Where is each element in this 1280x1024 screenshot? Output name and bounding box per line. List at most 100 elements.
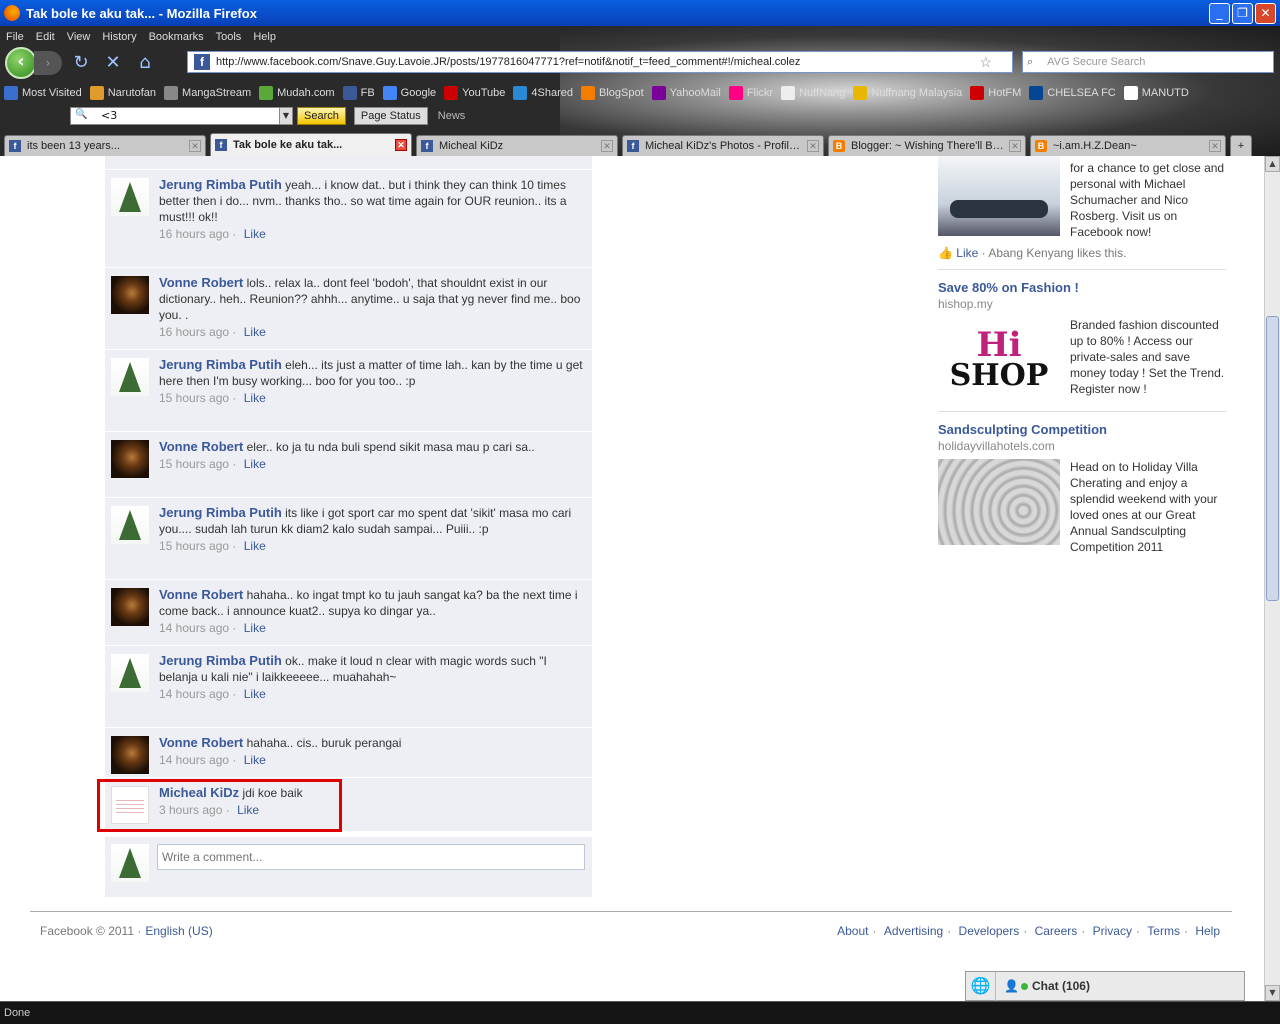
menu-help[interactable]: Help xyxy=(253,31,276,43)
comment-author[interactable]: Jerung Rimba Putih xyxy=(159,177,282,192)
close-tab-icon[interactable]: ✕ xyxy=(189,140,201,152)
comment-time[interactable]: 15 hours ago xyxy=(159,539,229,553)
toolbar-search-button[interactable]: Search xyxy=(297,107,346,125)
bookmark-nuffnang-malaysia[interactable]: Nuffnang Malaysia xyxy=(853,86,962,100)
toolbar-search-input[interactable]: <3 xyxy=(70,107,280,125)
bookmark-hotfm[interactable]: HotFM xyxy=(970,86,1021,100)
ad-sandsculpting[interactable]: Sandsculpting Competition holidayvillaho… xyxy=(938,412,1226,555)
back-button[interactable]: ‹ xyxy=(5,47,37,79)
search-box[interactable]: ⌕ AVG Secure Search xyxy=(1022,51,1274,73)
forward-button[interactable]: › xyxy=(34,51,62,75)
menu-edit[interactable]: Edit xyxy=(36,31,55,43)
menu-bookmarks[interactable]: Bookmarks xyxy=(149,31,204,43)
stop-icon[interactable]: ✕ xyxy=(100,51,126,75)
like-link[interactable]: Like xyxy=(244,227,266,241)
ad-like-link[interactable]: Like xyxy=(956,246,978,260)
menu-tools[interactable]: Tools xyxy=(216,31,242,43)
scroll-thumb[interactable] xyxy=(1266,316,1279,601)
tab-blogger-wishing[interactable]: B Blogger: ~ Wishing There'll Be... ✕ xyxy=(828,135,1026,156)
bookmark-mudah[interactable]: Mudah.com xyxy=(259,86,335,100)
menu-view[interactable]: View xyxy=(67,31,91,43)
bookmark-yahoomail[interactable]: YahooMail xyxy=(651,86,721,100)
close-tab-icon[interactable]: ✕ xyxy=(601,140,613,152)
close-window-button[interactable]: ✕ xyxy=(1255,2,1276,24)
home-icon[interactable]: ⌂ xyxy=(132,51,158,75)
bookmark-google[interactable]: Google xyxy=(382,86,436,100)
minimize-button[interactable]: _ xyxy=(1209,2,1230,24)
close-tab-icon[interactable]: ✕ xyxy=(1009,140,1021,152)
comment-author[interactable]: Vonne Robert xyxy=(159,275,243,290)
comment-author[interactable]: Jerung Rimba Putih xyxy=(159,505,282,520)
comment-author[interactable]: Jerung Rimba Putih xyxy=(159,653,282,668)
globe-icon[interactable]: 🌐 xyxy=(966,971,996,1001)
comment-input[interactable] xyxy=(157,844,585,870)
avatar[interactable] xyxy=(111,588,149,626)
tab-micheal-kidz[interactable]: f Micheal KiDz ✕ xyxy=(416,135,618,156)
scroll-up-icon[interactable]: ▲ xyxy=(1265,156,1280,172)
footer-link-terms[interactable]: Terms xyxy=(1147,924,1180,938)
close-tab-icon[interactable]: ✕ xyxy=(395,139,407,151)
footer-link-developers[interactable]: Developers xyxy=(959,924,1020,938)
bookmark-most-visited[interactable]: Most Visited xyxy=(4,86,82,100)
like-link[interactable]: Like xyxy=(244,457,266,471)
menu-file[interactable]: File xyxy=(6,31,24,43)
bookmark-nuffnang[interactable]: NuffNang xyxy=(781,86,845,100)
bookmark-fb[interactable]: FB xyxy=(342,86,375,100)
ad-hishop[interactable]: Save 80% on Fashion ! hishop.my Hi SHOP … xyxy=(938,270,1226,412)
footer-link-privacy[interactable]: Privacy xyxy=(1093,924,1132,938)
tab-iam-hz-dean[interactable]: B ~i.am.H.Z.Dean~ ✕ xyxy=(1030,135,1226,156)
like-link[interactable]: Like xyxy=(244,391,266,405)
comment-time[interactable]: 15 hours ago xyxy=(159,457,229,471)
footer-link-about[interactable]: About xyxy=(837,924,868,938)
ad-image[interactable] xyxy=(938,156,1060,236)
hishop-logo[interactable]: Hi SHOP xyxy=(938,317,1060,403)
tab-micheal-kidz-photos[interactable]: f Micheal KiDz's Photos - Profile... ✕ xyxy=(622,135,824,156)
comment-time[interactable]: 16 hours ago xyxy=(159,227,229,241)
bookmark-star-icon[interactable]: ☆ xyxy=(979,54,992,71)
comment-author[interactable]: Vonne Robert xyxy=(159,439,243,454)
footer-link-advertising[interactable]: Advertising xyxy=(884,924,943,938)
avatar[interactable] xyxy=(111,736,149,774)
ad-mercedes[interactable]: for a chance to get close and personal w… xyxy=(938,156,1226,270)
language-link[interactable]: English (US) xyxy=(145,924,212,938)
avatar[interactable] xyxy=(111,178,149,216)
avatar[interactable] xyxy=(111,506,149,544)
close-tab-icon[interactable]: ✕ xyxy=(807,140,819,152)
comment-author[interactable]: Jerung Rimba Putih xyxy=(159,357,282,372)
like-link[interactable]: Like xyxy=(244,687,266,701)
avatar[interactable] xyxy=(111,654,149,692)
comment-time[interactable]: 15 hours ago xyxy=(159,391,229,405)
vertical-scrollbar[interactable]: ▲ ▼ xyxy=(1264,156,1280,1001)
comment-time[interactable]: 14 hours ago xyxy=(159,753,229,767)
like-link[interactable]: Like xyxy=(244,539,266,553)
bookmark-chelsea[interactable]: CHELSEA FC xyxy=(1029,86,1116,100)
address-bar[interactable]: f http://www.facebook.com/Snave.Guy.Lavo… xyxy=(187,51,1013,73)
comment-author[interactable]: Vonne Robert xyxy=(159,587,243,602)
ad-title[interactable]: Save 80% on Fashion ! xyxy=(938,280,1226,295)
page-status-button[interactable]: Page Status xyxy=(353,107,428,125)
bookmark-flickr[interactable]: Flickr xyxy=(728,86,773,100)
footer-link-help[interactable]: Help xyxy=(1195,924,1220,938)
comment-time[interactable]: 16 hours ago xyxy=(159,325,229,339)
bookmark-blogspot[interactable]: BlogSpot xyxy=(580,86,644,100)
scroll-down-icon[interactable]: ▼ xyxy=(1265,985,1280,1001)
avatar[interactable] xyxy=(111,358,149,396)
bookmark-youtube[interactable]: YouTube xyxy=(444,86,505,100)
tab-tak-bole-ke-aku-tak[interactable]: f Tak bole ke aku tak... ✕ xyxy=(210,133,412,156)
bookmark-mangastream[interactable]: MangaStream xyxy=(164,86,251,100)
close-tab-icon[interactable]: ✕ xyxy=(1209,140,1221,152)
ad-image[interactable] xyxy=(938,459,1060,545)
comment-time[interactable]: 14 hours ago xyxy=(159,621,229,635)
menu-history[interactable]: History xyxy=(102,31,136,43)
bookmark-manutd[interactable]: MANUTD xyxy=(1123,86,1189,100)
reload-icon[interactable]: ↻ xyxy=(68,51,94,75)
news-button[interactable]: News xyxy=(438,110,466,122)
avatar[interactable] xyxy=(111,440,149,478)
new-tab-button[interactable]: + xyxy=(1230,135,1252,156)
ad-title[interactable]: Sandsculpting Competition xyxy=(938,422,1226,437)
footer-link-careers[interactable]: Careers xyxy=(1035,924,1078,938)
comment-time[interactable]: 14 hours ago xyxy=(159,687,229,701)
like-link[interactable]: Like xyxy=(244,753,266,767)
bookmark-narutofan[interactable]: Narutofan xyxy=(89,86,156,100)
like-link[interactable]: Like xyxy=(244,325,266,339)
